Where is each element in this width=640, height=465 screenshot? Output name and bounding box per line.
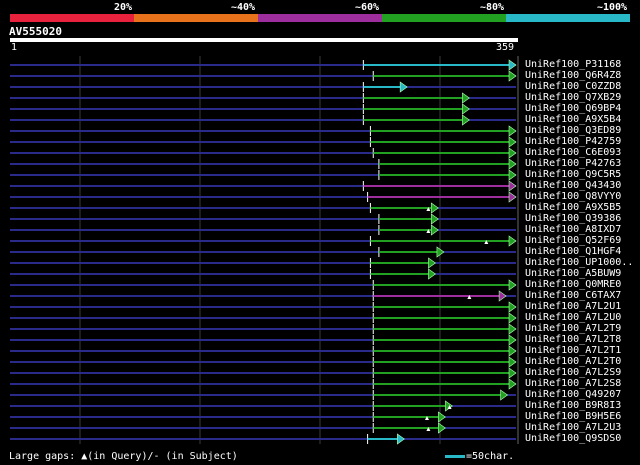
hit-arrowhead [508, 367, 517, 379]
hit-label[interactable]: UniRef100_Q49207 [525, 389, 621, 400]
hit-arrowhead [430, 202, 439, 214]
hit-arrowhead [498, 290, 507, 302]
hit-arrowhead [508, 136, 517, 148]
hit-label[interactable]: UniRef100_A7L2U3 [525, 422, 621, 433]
gaps-legend: Large gaps: ▲(in Query)/- (in Subject) [9, 451, 238, 462]
hit-label[interactable]: UniRef100_Q43430 [525, 180, 621, 191]
hit-label[interactable]: UniRef100_Q6R4Z8 [525, 70, 621, 81]
hit-arrowhead [438, 422, 446, 434]
hit-label[interactable]: UniRef100_P42763 [525, 158, 621, 169]
hit-label[interactable]: UniRef100_C0ZZD8 [525, 81, 621, 92]
scale-bar [445, 455, 465, 458]
hit-label[interactable]: UniRef100_Q69BP4 [525, 103, 621, 114]
hit-arrowhead [430, 213, 439, 225]
scale-legend: =50char. [466, 451, 515, 462]
hit-label[interactable]: UniRef100_Q1HGF4 [525, 246, 621, 257]
hit-label[interactable]: UniRef100_Q3ED89 [525, 125, 621, 136]
hit-arrowhead [508, 356, 517, 368]
hit-label[interactable]: UniRef100_A9X5B4 [525, 114, 621, 125]
hit-arrowhead [508, 169, 517, 181]
hit-arrowhead [508, 158, 517, 170]
hit-label[interactable]: UniRef100_UP1000.. [525, 257, 633, 268]
hit-arrowhead [500, 389, 509, 401]
hit-arrowhead [508, 301, 517, 313]
hit-arrowhead [508, 345, 517, 357]
hit-label[interactable]: UniRef100_P42759 [525, 136, 621, 147]
hit-label[interactable]: UniRef100_Q52F69 [525, 235, 621, 246]
hit-label[interactable]: UniRef100_A7L2S9 [525, 367, 621, 378]
hit-arrowhead [438, 411, 446, 423]
hit-label[interactable]: UniRef100_A7L2T0 [525, 356, 621, 367]
hit-arrowhead [508, 334, 517, 346]
hit-label[interactable]: UniRef100_A9X5B5 [525, 202, 621, 213]
hit-label[interactable]: UniRef100_B9H5E6 [525, 411, 621, 422]
hit-arrowhead [508, 312, 517, 324]
hit-label[interactable]: UniRef100_C6TAX7 [525, 290, 621, 301]
hit-label[interactable]: UniRef100_A7L2T8 [525, 334, 621, 345]
hit-label[interactable]: UniRef100_Q39386 [525, 213, 621, 224]
hit-arrowhead [428, 257, 436, 269]
hit-arrowhead [508, 147, 517, 159]
hit-label[interactable]: UniRef100_A5BUW9 [525, 268, 621, 279]
hit-arrowhead [462, 114, 470, 126]
hit-arrowhead [508, 279, 517, 291]
hit-label[interactable]: UniRef100_Q9C5R5 [525, 169, 621, 180]
hit-arrowhead [508, 191, 517, 203]
hit-arrowhead [462, 92, 470, 104]
hit-arrowhead [430, 224, 439, 236]
hit-label[interactable]: UniRef100_Q7XB29 [525, 92, 621, 103]
hit-arrowhead [508, 125, 517, 137]
hit-arrowhead [508, 59, 517, 71]
hit-label[interactable]: UniRef100_P31168 [525, 59, 621, 70]
hit-arrowhead [428, 268, 436, 280]
hit-label[interactable]: UniRef100_A7L2U1 [525, 301, 621, 312]
hit-label[interactable]: UniRef100_C6E093 [525, 147, 621, 158]
hit-label[interactable]: UniRef100_A7L2S8 [525, 378, 621, 389]
hit-arrowhead [462, 103, 470, 115]
hit-label[interactable]: UniRef100_Q8VYY0 [525, 191, 621, 202]
hit-arrowhead [397, 433, 405, 445]
hit-label[interactable]: UniRef100_A7L2T9 [525, 323, 621, 334]
hit-label[interactable]: UniRef100_A7L2U0 [525, 312, 621, 323]
hit-label[interactable]: UniRef100_A7L2T1 [525, 345, 621, 356]
hit-arrowhead [508, 180, 517, 192]
hit-arrowhead [399, 81, 408, 93]
hit-label[interactable]: UniRef100_B9R8I3 [525, 400, 621, 411]
hit-arrowhead [508, 235, 517, 247]
hit-arrowhead [508, 323, 517, 335]
hit-label[interactable]: UniRef100_Q9SDS0 [525, 433, 621, 444]
hit-arrowhead [508, 70, 517, 82]
hit-label[interactable]: UniRef100_A8IXD7 [525, 224, 621, 235]
hit-label[interactable]: UniRef100_Q0MRE0 [525, 279, 621, 290]
hit-arrowhead [445, 400, 453, 412]
hit-arrowhead [508, 378, 517, 390]
